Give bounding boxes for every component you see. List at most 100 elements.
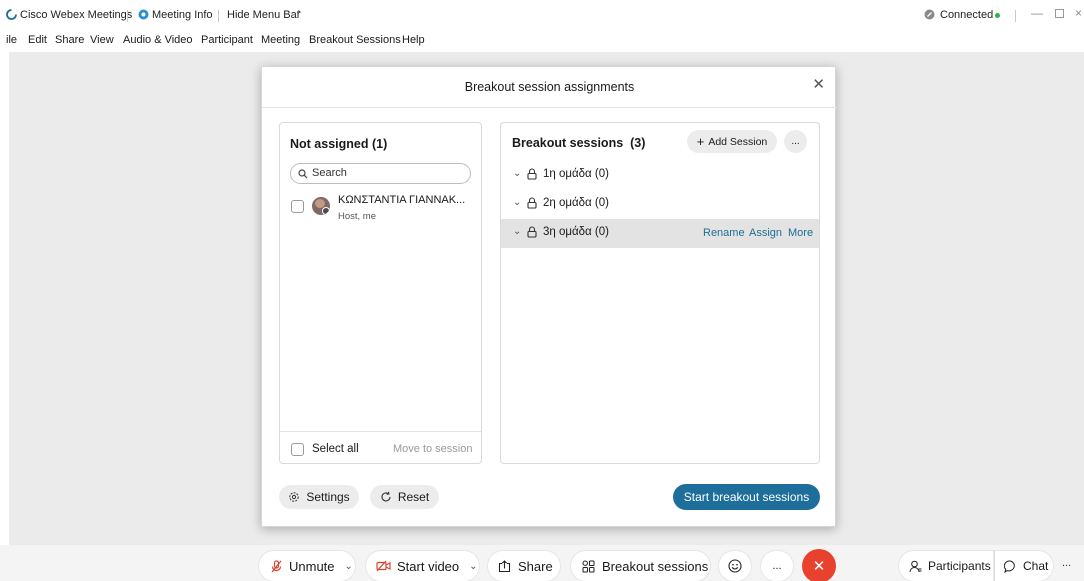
connection-status-icon — [924, 9, 935, 20]
share-button[interactable]: Share — [487, 550, 561, 581]
menu-breakout-sessions[interactable]: Breakout Sessions — [309, 34, 401, 46]
breakout-sessions-button[interactable]: Breakout sessions — [570, 550, 711, 581]
unmute-label: Unmute — [289, 558, 335, 574]
session-label: 3η ομάδα (0) — [543, 226, 609, 238]
start-video-label: Start video — [397, 558, 460, 574]
video-off-icon — [376, 560, 391, 572]
minimize-icon[interactable]: — — [1031, 6, 1043, 20]
session-label: 1η ομάδα (0) — [543, 168, 609, 180]
menu-audio-video[interactable]: Audio & Video — [123, 34, 193, 46]
not-assigned-heading: Not assigned (1) — [290, 137, 388, 151]
more-icon: ... — [791, 136, 800, 147]
hide-menu-bar-button[interactable]: Hide Menu Bar — [227, 9, 300, 21]
start-breakout-sessions-button[interactable]: Start breakout sessions — [673, 484, 820, 510]
chevron-down-icon[interactable]: ⌄ — [513, 168, 521, 179]
breakout-sessions-panel: Breakout sessions (3) + Add Session ... … — [500, 122, 820, 464]
close-window-icon[interactable]: × — [1075, 6, 1082, 20]
select-all-checkbox[interactable] — [291, 443, 304, 456]
participant-checkbox[interactable] — [291, 200, 304, 213]
chat-button[interactable]: Chat — [994, 550, 1054, 581]
avatar — [312, 197, 330, 215]
share-label: Share — [518, 558, 553, 574]
menu-share[interactable]: Share — [55, 34, 84, 46]
start-video-button[interactable]: Start video ⌄ — [365, 550, 480, 581]
not-assigned-panel: Not assigned (1) Search ΚΩΝΣΤΑΝΤΙΑ ΓΙΑΝΝ… — [279, 122, 482, 464]
settings-gear-icon — [289, 492, 300, 502]
menu-help[interactable]: Help — [402, 34, 425, 46]
session-row-1[interactable]: ⌄ 1η ομάδα (0) — [501, 161, 819, 190]
settings-button[interactable]: Settings — [279, 485, 359, 509]
divider — [280, 431, 481, 432]
divider — [127, 10, 128, 22]
overflow-menu-button[interactable]: ... — [1062, 557, 1071, 569]
divider — [1015, 10, 1016, 22]
menu-view[interactable]: View — [90, 34, 114, 46]
info-shield-icon — [138, 9, 149, 20]
menu-bar: ile Edit Share View Audio & Video Partic… — [0, 30, 1084, 52]
divider — [262, 107, 837, 108]
participant-role: Host, me — [338, 211, 377, 222]
settings-label: Settings — [306, 490, 350, 504]
lock-icon — [527, 197, 537, 209]
search-input[interactable]: Search — [290, 163, 471, 184]
emoji-icon — [728, 559, 742, 573]
connected-status: Connected — [940, 9, 994, 21]
connected-dot — [995, 13, 1000, 18]
select-all-label: Select all — [312, 443, 359, 455]
end-meeting-button[interactable]: ✕ — [802, 549, 836, 581]
more-link[interactable]: More — [788, 227, 813, 239]
participants-button[interactable]: Participants — [898, 550, 994, 581]
participants-icon — [909, 560, 922, 572]
plus-icon: + — [696, 134, 705, 149]
webex-logo-icon — [6, 9, 17, 20]
app-title: Cisco Webex Meetings — [20, 9, 133, 21]
reset-button[interactable]: Reset — [370, 485, 439, 509]
unmute-button[interactable]: Unmute ⌄ — [258, 550, 356, 581]
menu-meeting[interactable]: Meeting — [261, 34, 300, 46]
chevron-down-icon[interactable]: ⌄ — [469, 561, 477, 572]
muted-microphone-icon — [271, 559, 282, 572]
move-to-session-button[interactable]: Move to session — [393, 443, 472, 455]
chat-label: Chat — [1023, 559, 1049, 573]
session-label: 2η ομάδα (0) — [543, 197, 609, 209]
reset-icon — [381, 491, 391, 502]
assign-link[interactable]: Assign — [749, 227, 782, 239]
meeting-controls-bar: Unmute ⌄ Start video ⌄ Share Breakout se… — [0, 545, 1084, 581]
menu-file[interactable]: ile — [6, 34, 17, 46]
meeting-info-link[interactable]: Meeting Info — [152, 9, 213, 21]
search-placeholder: Search — [312, 167, 347, 179]
restore-icon[interactable] — [1055, 9, 1064, 18]
share-icon — [498, 559, 511, 572]
session-row-2[interactable]: ⌄ 2η ομάδα (0) — [501, 190, 819, 219]
chevron-down-icon[interactable]: ⌄ — [513, 197, 521, 208]
participants-label: Participants — [928, 559, 991, 573]
close-icon[interactable]: ✕ — [812, 75, 825, 93]
reset-label: Reset — [397, 490, 430, 504]
menu-edit[interactable]: Edit — [28, 34, 47, 46]
lock-icon — [527, 168, 537, 180]
lock-icon — [527, 226, 537, 238]
breakout-assignments-dialog: Breakout session assignments ✕ Not assig… — [261, 66, 837, 527]
more-icon: ... — [772, 560, 782, 572]
search-icon — [298, 169, 308, 179]
breakout-sessions-label: Breakout sessions — [602, 558, 709, 574]
add-session-label: Add Session — [708, 135, 768, 148]
participant-name: ΚΩΝΣΤΑΝΤΙΑ ΓΙΑΝΝΑΚ... — [338, 194, 466, 206]
more-options-button[interactable]: ... — [760, 550, 794, 581]
menu-participant[interactable]: Participant — [201, 34, 253, 46]
breakout-grid-icon — [582, 560, 595, 572]
chevron-down-icon[interactable]: ⌄ — [345, 561, 353, 572]
session-row-3[interactable]: ⌄ 3η ομάδα (0) Rename Assign More — [501, 219, 819, 248]
rename-link[interactable]: Rename — [703, 227, 745, 239]
divider — [218, 10, 219, 22]
dialog-title: Breakout session assignments — [464, 80, 635, 94]
chevron-down-icon[interactable]: ⌄ — [513, 226, 521, 237]
chevron-up-icon[interactable]: ⌃ — [295, 9, 303, 20]
chat-icon — [1004, 559, 1015, 573]
close-icon: ✕ — [812, 558, 826, 575]
reactions-button[interactable] — [718, 550, 752, 581]
sessions-more-button[interactable]: ... — [784, 130, 807, 153]
add-session-button[interactable]: + Add Session — [687, 130, 777, 153]
breakout-sessions-heading: Breakout sessions (3) — [512, 136, 646, 150]
title-bar: Cisco Webex Meetings Meeting Info Hide M… — [0, 0, 1084, 30]
